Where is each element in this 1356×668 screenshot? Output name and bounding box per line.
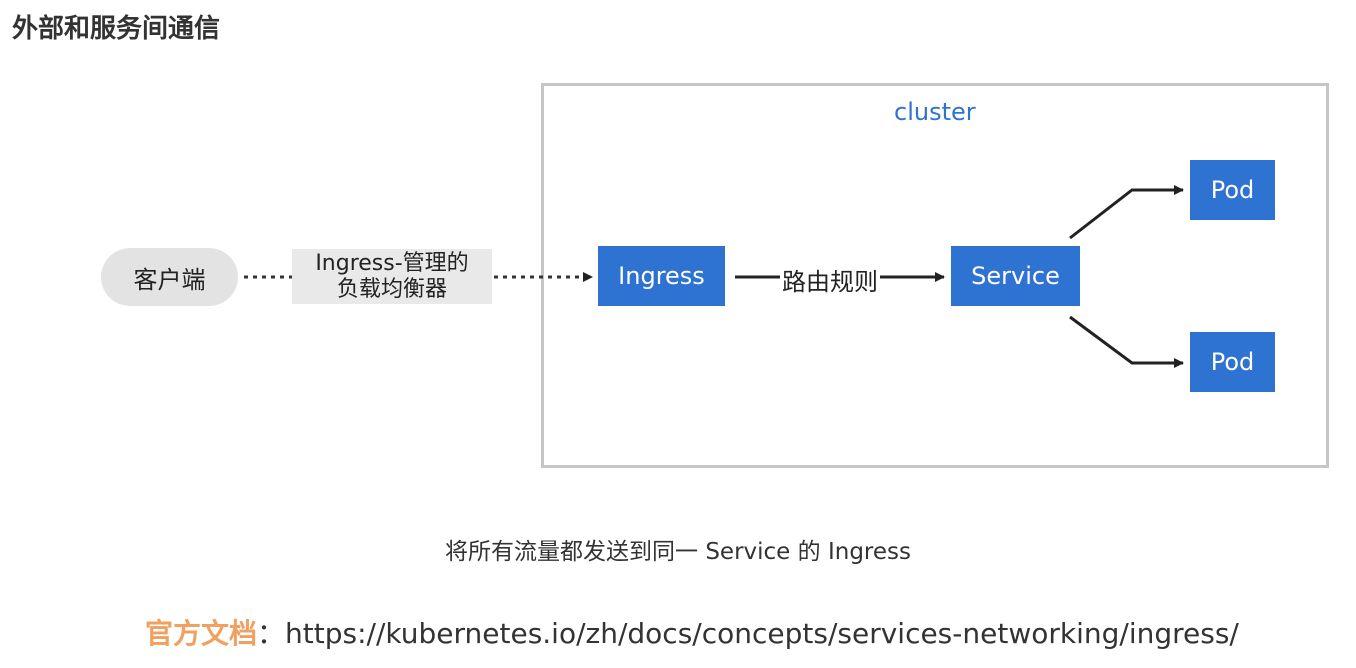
load-balancer-label-line-1: Ingress-管理的 — [315, 250, 469, 276]
load-balancer-label-line-2: 负载均衡器 — [336, 276, 447, 302]
diagram-caption: 将所有流量都发送到同一 Service 的 Ingress — [445, 539, 911, 565]
arrow-service-to-pod-1 — [1069, 185, 1184, 240]
connector-lines — [244, 185, 1184, 368]
official-docs-label: 官方文档 — [145, 617, 258, 650]
client-node: 客户端 — [101, 248, 238, 306]
pod-label-1: Pod — [1210, 176, 1255, 204]
pod-label-2: Pod — [1210, 348, 1255, 376]
client-label: 客户端 — [133, 265, 206, 294]
ingress-label: Ingress — [618, 262, 705, 290]
routing-rules-label: 路由规则 — [780, 262, 880, 297]
ingress-node: Ingress — [598, 246, 725, 306]
service-label: Service — [971, 262, 1060, 290]
service-node: Service — [951, 246, 1080, 306]
arrow-service-to-pod-2 — [1069, 315, 1184, 368]
pod-node-1: Pod — [1190, 160, 1275, 220]
official-docs-line: 官方文档：https://kubernetes.io/zh/docs/conce… — [145, 612, 1239, 652]
load-balancer-label: Ingress-管理的 负载均衡器 — [292, 249, 492, 304]
pod-node-2: Pod — [1190, 332, 1275, 392]
official-docs-separator: ： — [257, 617, 286, 650]
official-docs-url[interactable]: https://kubernetes.io/zh/docs/concepts/s… — [285, 617, 1239, 650]
